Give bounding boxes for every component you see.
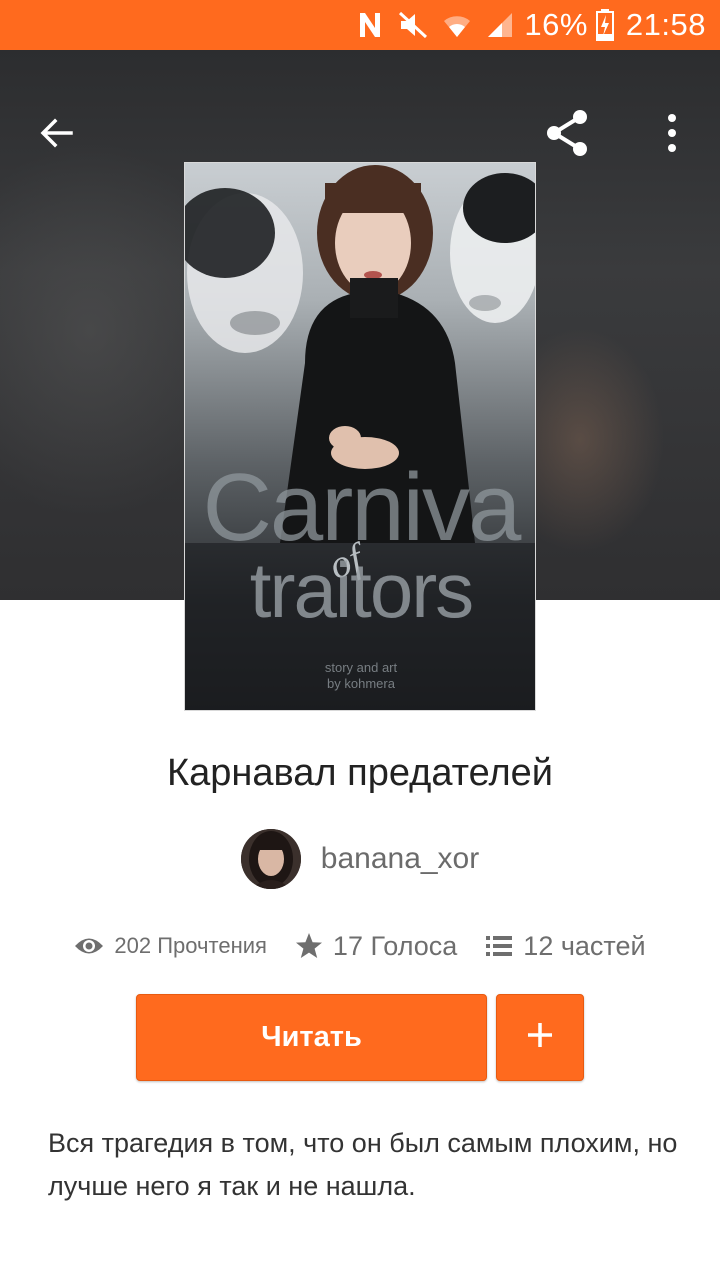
share-icon xyxy=(542,108,592,163)
cover-subtitle-2: by kohmera xyxy=(327,676,395,691)
mute-icon xyxy=(398,11,428,39)
plus-icon xyxy=(526,1021,554,1054)
cover-subtitle-1: story and art xyxy=(324,660,398,675)
back-arrow-icon xyxy=(38,115,74,156)
author-name[interactable]: banana_xor xyxy=(321,842,479,876)
author-row[interactable]: banana_xor xyxy=(0,828,720,890)
book-cover[interactable]: Carniva of traitors story and art by koh… xyxy=(184,162,536,711)
reads-count: 202 Прочтения xyxy=(114,933,267,958)
clock: 21:58 xyxy=(625,7,706,42)
read-button[interactable]: Читать xyxy=(136,994,487,1081)
star-icon xyxy=(295,932,323,960)
more-button[interactable] xyxy=(642,105,702,165)
share-button[interactable] xyxy=(537,105,597,165)
battery-percent: 16% xyxy=(524,7,588,42)
more-vertical-icon xyxy=(666,113,678,158)
cover-title-line2: traitors xyxy=(249,546,474,634)
wifi-icon xyxy=(442,11,472,39)
battery-charging-icon xyxy=(595,9,614,41)
parts-count: 12 частей xyxy=(523,930,646,961)
reads-stat: 202 Прочтения xyxy=(74,933,267,959)
list-icon xyxy=(485,934,513,958)
status-bar: 16% 21:58 xyxy=(0,0,720,50)
book-title: Карнавал предателей xyxy=(166,752,553,794)
stats-row: 202 Прочтения 17 Голоса 12 частей xyxy=(0,922,720,970)
book-description: Вся трагедия в том, что он был самым пло… xyxy=(48,1128,678,1201)
votes-count: 17 Голоса xyxy=(332,930,458,961)
back-button[interactable] xyxy=(26,105,86,165)
parts-stat: 12 частей xyxy=(485,930,646,962)
avatar[interactable] xyxy=(240,829,301,889)
eye-icon xyxy=(74,935,104,957)
votes-stat: 17 Голоса xyxy=(295,931,457,962)
nfc-icon xyxy=(356,11,384,39)
add-to-library-button[interactable] xyxy=(496,994,584,1081)
signal-icon xyxy=(486,11,514,39)
